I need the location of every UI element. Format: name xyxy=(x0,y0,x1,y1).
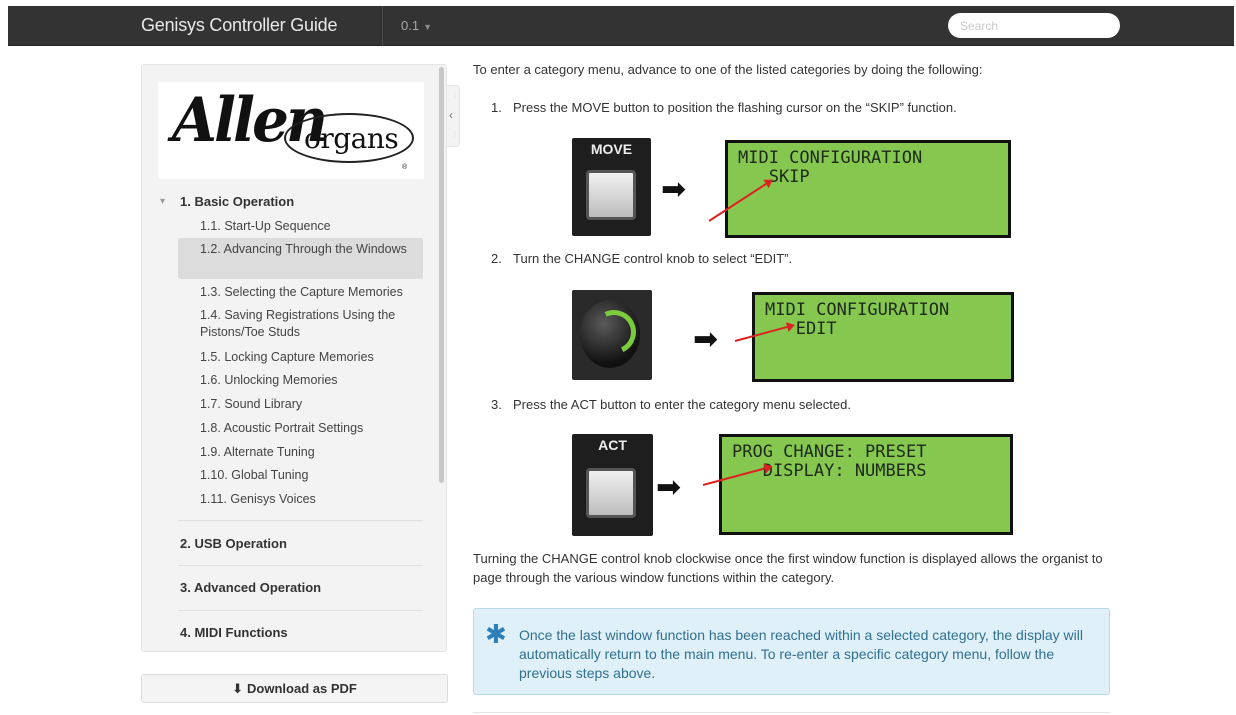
sidebar-item-acoustic-portrait[interactable]: 1.8. Acoustic Portrait Settings xyxy=(178,420,423,437)
sidebar-item-genisys-voices[interactable]: 1.11. Genisys Voices xyxy=(178,491,423,508)
move-label: MOVE xyxy=(590,141,633,157)
chevron-left-icon: ‹ xyxy=(449,108,453,122)
sidebar-divider xyxy=(178,565,423,566)
site-title[interactable]: Genisys Controller Guide xyxy=(141,15,337,36)
download-pdf-button[interactable]: ⬇ Download as PDF xyxy=(141,674,448,703)
navbar-divider xyxy=(382,6,383,46)
grip-dots-icon: ⋮ xyxy=(452,132,458,138)
allen-organs-logo[interactable]: Allen organs ® xyxy=(158,82,424,179)
step-text: Press the ACT button to enter the catego… xyxy=(513,397,851,412)
info-note: ✱ Once the last window function has been… xyxy=(473,608,1110,695)
step-text: Press the MOVE button to position the fl… xyxy=(513,100,957,115)
button-cap xyxy=(586,468,636,518)
body-paragraph: Turning the CHANGE control knob clockwis… xyxy=(473,551,1103,585)
content-divider xyxy=(473,712,1110,713)
sidebar-scroll-thumb[interactable] xyxy=(439,67,444,483)
arrow-right-icon: ➡ xyxy=(661,173,687,206)
search-input[interactable] xyxy=(948,13,1120,38)
sidebar-divider xyxy=(178,610,423,611)
top-navbar: Genisys Controller Guide 0.1 ▼ xyxy=(8,6,1234,46)
sidebar-section-midi[interactable]: 4. MIDI Functions xyxy=(180,625,288,640)
arrow-right-icon: ➡ xyxy=(656,471,682,504)
step-number: 1. xyxy=(491,100,502,115)
grip-dots-icon: ⋮ xyxy=(452,94,458,100)
button-cap xyxy=(586,170,636,220)
sidebar-item-global-tuning[interactable]: 1.10. Global Tuning xyxy=(178,467,423,484)
change-knob-photo xyxy=(572,290,652,380)
sidebar-section-basic-operation[interactable]: 1. Basic Operation xyxy=(180,194,294,209)
act-label: ACT xyxy=(598,437,627,453)
step-3: 3. Press the ACT button to enter the cate… xyxy=(491,397,851,412)
step-2: 2. Turn the CHANGE control knob to select… xyxy=(491,251,792,266)
lcd-display-prog-change: PROG CHANGE: PRESET DISPLAY: NUMBERS xyxy=(719,434,1013,535)
sidebar-section-advanced[interactable]: 3. Advanced Operation xyxy=(180,580,321,595)
sidebar-section-usb[interactable]: 2. USB Operation xyxy=(180,536,287,551)
sidebar-collapse-handle[interactable]: ⋮ ‹ ⋮ xyxy=(447,85,460,147)
asterisk-icon: ✱ xyxy=(485,619,507,649)
step-number: 2. xyxy=(491,251,502,266)
logo-organs: organs xyxy=(304,122,399,155)
step-1: 1. Press the MOVE button to position the … xyxy=(491,100,957,115)
sidebar-item-saving-registrations[interactable]: 1.4. Saving Registrations Using the Pist… xyxy=(178,307,423,341)
lcd-display-skip: MIDI CONFIGURATION SKIP xyxy=(725,140,1011,238)
sidebar-item-startup[interactable]: 1.1. Start-Up Sequence xyxy=(178,218,423,235)
logo-registered-mark: ® xyxy=(402,164,408,171)
version-dropdown[interactable]: 0.1 ▼ xyxy=(401,18,432,33)
sidebar-item-locking[interactable]: 1.5. Locking Capture Memories xyxy=(178,349,423,366)
move-button-photo: MOVE xyxy=(572,138,651,236)
sidebar-item-advancing[interactable]: 1.2. Advancing Through the Windows xyxy=(178,238,423,279)
act-button-photo: ACT xyxy=(572,434,653,536)
arrow-right-icon: ➡ xyxy=(693,323,719,356)
note-text: Once the last window function has been r… xyxy=(519,627,1083,681)
lcd-display-edit: MIDI CONFIGURATION EDIT xyxy=(752,292,1014,382)
version-label: 0.1 xyxy=(401,18,420,33)
sidebar-item-alternate-tuning[interactable]: 1.9. Alternate Tuning xyxy=(178,444,423,461)
sidebar-item-sound-library[interactable]: 1.7. Sound Library xyxy=(178,396,423,413)
sidebar: Allen organs ® ▾ 1. Basic Operation 1.1.… xyxy=(141,64,447,652)
sidebar-scrollbar[interactable] xyxy=(439,67,444,649)
sidebar-item-unlocking[interactable]: 1.6. Unlocking Memories xyxy=(178,372,423,389)
sidebar-divider xyxy=(178,520,423,521)
download-icon: ⬇ xyxy=(232,681,244,696)
chevron-down-icon[interactable]: ▾ xyxy=(160,196,165,207)
step-number: 3. xyxy=(491,397,502,412)
sidebar-item-capture-memories[interactable]: 1.3. Selecting the Capture Memories xyxy=(178,284,423,301)
intro-text: To enter a category menu, advance to one… xyxy=(473,62,983,77)
chevron-down-icon: ▼ xyxy=(423,22,432,32)
download-pdf-label: Download as PDF xyxy=(247,681,357,696)
step-text: Turn the CHANGE control knob to select “… xyxy=(513,251,793,266)
